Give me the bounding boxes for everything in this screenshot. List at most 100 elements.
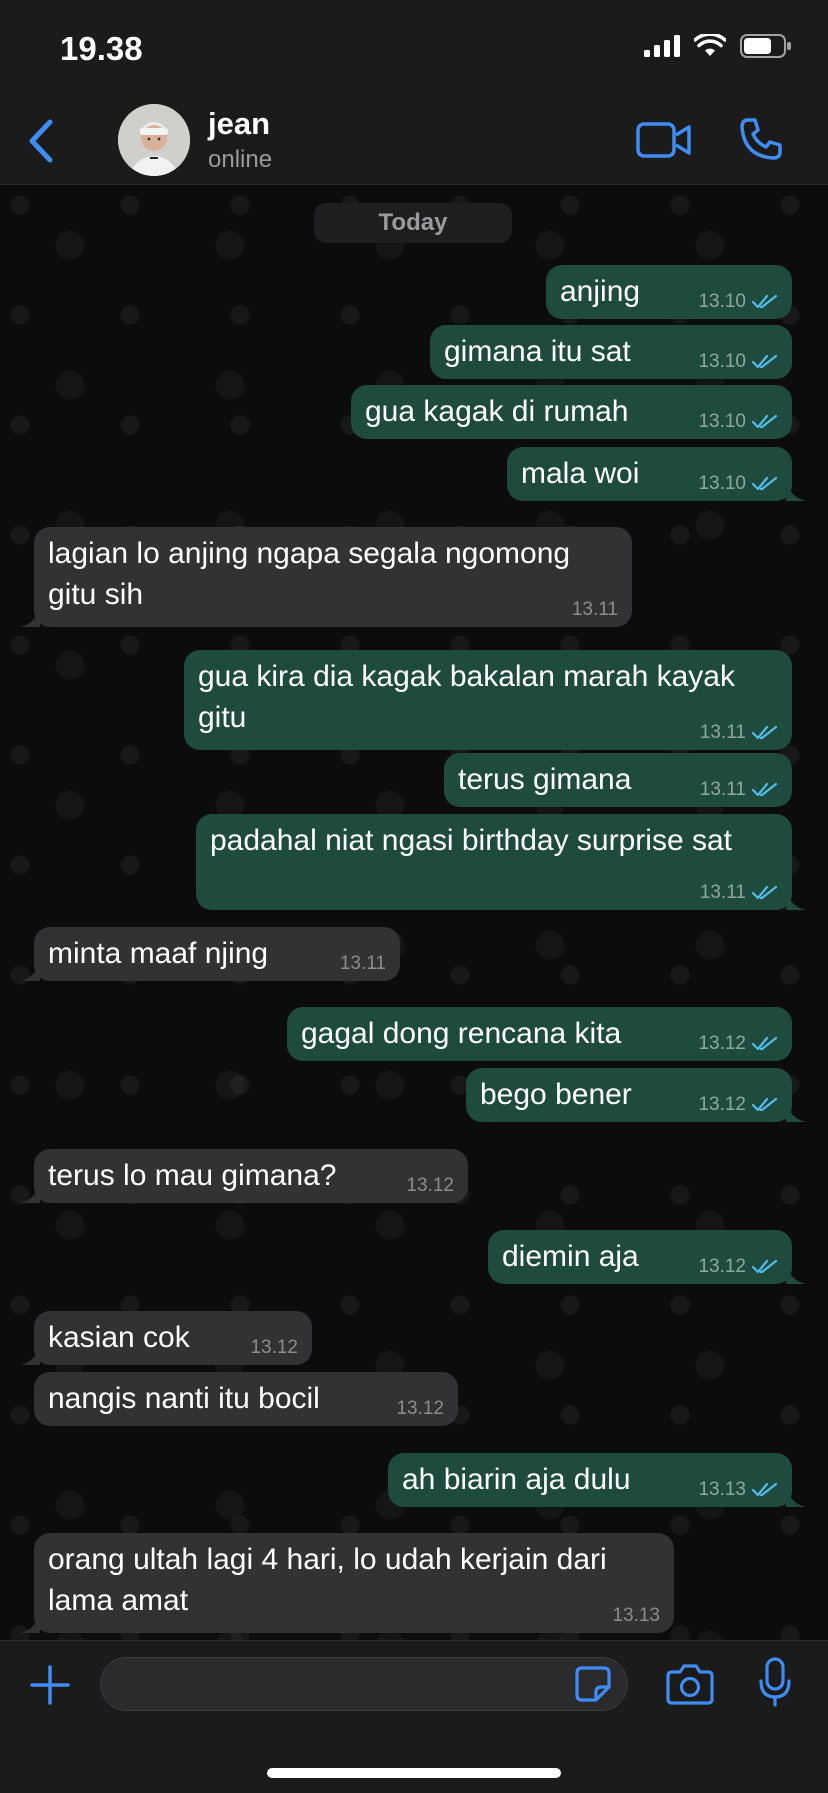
battery-icon <box>740 34 791 58</box>
double-tick-icon <box>752 1036 778 1051</box>
message-bubble-incoming[interactable]: orang ultah lagi 4 hari, lo udah kerjain… <box>20 1533 674 1633</box>
double-tick-icon <box>752 294 778 309</box>
message-meta: 13.12 <box>396 1398 444 1420</box>
message-meta: 13.12 <box>698 1033 778 1055</box>
message-text: padahal niat ngasi birthday surprise sat <box>210 824 732 857</box>
message-text: orang ultah lagi 4 hari, lo udah kerjain… <box>48 1543 607 1576</box>
double-tick-icon <box>752 354 778 369</box>
message-text: lagian lo anjing ngapa segala ngomong <box>48 537 571 570</box>
sticker-icon[interactable] <box>574 1665 612 1703</box>
message-time: 13.12 <box>250 1337 298 1358</box>
bubble-tail <box>786 1260 806 1284</box>
status-time: 19.38 <box>60 30 143 67</box>
message-time: 13.11 <box>571 599 618 620</box>
message-meta: 13.11 <box>700 779 778 801</box>
message-bubble-outgoing[interactable]: gimana itu sat 13.10 <box>430 325 792 379</box>
date-separator: Today <box>314 203 512 243</box>
message-time: 13.11 <box>699 882 746 903</box>
double-tick-icon <box>752 476 778 491</box>
bubble-tail <box>20 1341 40 1365</box>
contact-status: online <box>208 146 273 173</box>
message-text: nangis nanti itu bocil <box>48 1382 320 1415</box>
message-time: 13.10 <box>698 351 746 372</box>
message-meta: 13.11 <box>340 953 386 975</box>
message-bubble-outgoing[interactable]: terus gimana 13.11 <box>444 753 792 807</box>
double-tick-icon <box>752 1482 778 1497</box>
bubble-tail <box>20 1179 40 1203</box>
wifi-icon <box>694 34 726 56</box>
message-time: 13.10 <box>698 291 746 312</box>
message-text-line-2: lama amat <box>48 1584 189 1617</box>
message-bubble-incoming[interactable]: terus lo mau gimana? 13.12 <box>20 1149 468 1203</box>
message-time: 13.13 <box>612 1605 660 1626</box>
message-meta: 13.10 <box>698 351 778 373</box>
double-tick-icon <box>752 1259 778 1274</box>
message-time: 13.10 <box>698 473 746 494</box>
message-meta: 13.12 <box>406 1175 454 1197</box>
bubble-tail <box>20 603 40 627</box>
message-meta: 13.11 <box>700 882 778 904</box>
message-meta: 13.11 <box>700 722 778 744</box>
message-bubble-outgoing[interactable]: gua kagak di rumah 13.10 <box>351 385 792 439</box>
home-indicator <box>267 1768 561 1778</box>
phone-icon[interactable] <box>738 116 784 162</box>
camera-icon[interactable] <box>666 1663 714 1705</box>
double-tick-icon <box>752 1097 778 1112</box>
message-bubble-outgoing[interactable]: anjing 13.10 <box>546 265 792 319</box>
message-bubble-outgoing[interactable]: gagal dong rencana kita 13.12 <box>287 1007 792 1061</box>
message-time: 13.13 <box>698 1479 746 1500</box>
double-tick-icon <box>752 885 778 900</box>
video-call-icon[interactable] <box>636 120 692 160</box>
message-time: 13.11 <box>699 722 746 743</box>
message-meta: 13.10 <box>698 473 778 495</box>
message-meta: 13.12 <box>698 1256 778 1278</box>
message-time: 13.12 <box>396 1398 444 1419</box>
microphone-icon[interactable] <box>758 1657 792 1707</box>
message-bubble-incoming[interactable]: kasian cok 13.12 <box>20 1311 312 1365</box>
message-time: 13.12 <box>406 1175 454 1196</box>
message-meta: 13.12 <box>698 1094 778 1116</box>
message-time: 13.12 <box>698 1033 746 1054</box>
message-text: minta maaf njing <box>48 937 269 970</box>
message-meta: 13.10 <box>698 411 778 433</box>
bubble-tail <box>786 1098 806 1122</box>
message-text-line-2: gitu sih <box>48 578 144 611</box>
message-meta: 13.10 <box>698 291 778 313</box>
bubble-tail <box>786 1483 806 1507</box>
message-bubble-outgoing[interactable]: diemin aja 13.12 <box>488 1230 806 1284</box>
message-bubble-outgoing[interactable]: bego bener 13.12 <box>466 1068 806 1122</box>
message-bubble-outgoing[interactable]: gua kira dia kagak bakalan marah kayak gi… <box>184 650 792 750</box>
message-text: terus lo mau gimana? <box>48 1159 337 1192</box>
message-time: 13.10 <box>698 411 746 432</box>
message-time: 13.11 <box>699 779 746 800</box>
status-icons <box>644 34 792 58</box>
contact-name[interactable]: jean <box>208 106 270 142</box>
bubble-tail <box>786 886 806 910</box>
back-icon[interactable] <box>22 116 62 166</box>
double-tick-icon <box>752 782 778 797</box>
bubble-tail <box>20 1609 40 1633</box>
plus-icon[interactable] <box>28 1663 72 1707</box>
message-time: 13.11 <box>339 953 386 974</box>
message-input[interactable] <box>100 1657 628 1711</box>
message-bubble-outgoing[interactable]: ah biarin aja dulu 13.13 <box>388 1453 806 1507</box>
message-time: 13.12 <box>698 1256 746 1277</box>
chat-area[interactable]: Today anjing 13.10 gimana itu sat 13.10 gua … <box>0 185 828 1640</box>
message-meta: 13.13 <box>698 1479 778 1501</box>
avatar[interactable] <box>118 104 190 176</box>
message-meta: 13.12 <box>250 1337 298 1359</box>
input-bar <box>0 1640 828 1793</box>
bubble-tail <box>20 957 40 981</box>
message-bubble-incoming[interactable]: lagian lo anjing ngapa segala ngomong git… <box>20 527 632 627</box>
message-bubble-incoming[interactable]: minta maaf njing 13.11 <box>20 927 400 981</box>
double-tick-icon <box>752 725 778 740</box>
message-bubble-incoming[interactable]: nangis nanti itu bocil 13.12 <box>34 1372 458 1426</box>
message-bubble-outgoing[interactable]: padahal niat ngasi birthday surprise sat… <box>196 814 806 910</box>
chat-header: jean online <box>0 94 828 185</box>
double-tick-icon <box>752 414 778 429</box>
bubble-tail <box>786 477 806 501</box>
message-bubble-outgoing[interactable]: mala woi 13.10 <box>507 447 806 501</box>
signal-icon <box>644 35 680 57</box>
message-text-line-2: gitu <box>198 701 247 734</box>
message-meta: 13.11 <box>572 599 618 621</box>
